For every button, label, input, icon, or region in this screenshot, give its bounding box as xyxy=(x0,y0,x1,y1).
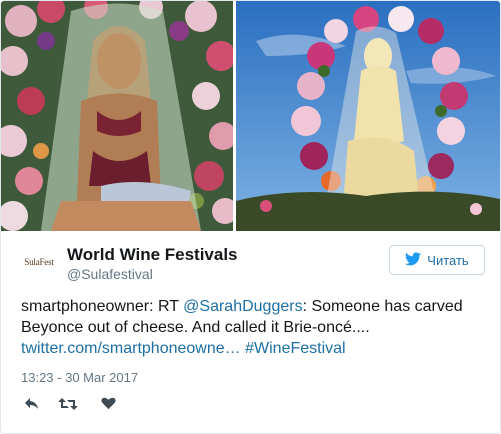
tweet-header: SulaFest World Wine Festivals @Sulafesti… xyxy=(21,241,485,285)
retweet-button[interactable] xyxy=(58,397,78,416)
photo-cheese-sculpture[interactable] xyxy=(236,1,500,231)
heart-icon xyxy=(100,397,116,415)
follow-button-label: Читать xyxy=(427,252,469,268)
url-link[interactable]: twitter.com/smartphoneowne… xyxy=(21,340,241,357)
tweet-text-prefix: smartphoneowner: RT xyxy=(21,298,184,315)
follow-button[interactable]: Читать xyxy=(389,245,485,275)
tweet-text: smartphoneowner: RT @SarahDuggers: Someo… xyxy=(21,296,481,359)
author-display-name[interactable]: World Wine Festivals xyxy=(67,245,238,265)
hashtag-link[interactable]: #WineFestival xyxy=(245,340,345,357)
reply-button[interactable] xyxy=(23,397,41,415)
author-avatar[interactable]: SulaFest xyxy=(21,251,57,273)
mention-link[interactable]: @SarahDuggers xyxy=(183,298,302,315)
tweet-card[interactable]: SulaFest World Wine Festivals @Sulafesti… xyxy=(0,0,501,434)
reply-icon xyxy=(24,397,40,416)
retweet-icon xyxy=(58,397,78,416)
tweet-timestamp[interactable]: 13:23 - 30 Mar 2017 xyxy=(21,370,138,385)
tweet-media[interactable] xyxy=(1,1,500,231)
author-handle[interactable]: @Sulafestival xyxy=(67,266,153,282)
avatar-logo-text: SulaFest xyxy=(24,257,54,267)
like-button[interactable] xyxy=(99,397,117,415)
twitter-bird-icon xyxy=(405,251,422,269)
photo-beyonce-flowers[interactable] xyxy=(1,1,233,231)
